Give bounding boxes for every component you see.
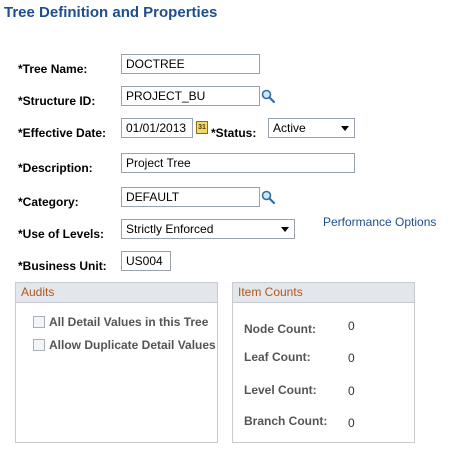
item-counts-group: Item Counts Node Count: 0 Leaf Count: 0 … bbox=[232, 282, 415, 443]
allow-duplicate-checkbox[interactable] bbox=[33, 339, 45, 351]
audits-header: Audits bbox=[16, 283, 217, 303]
business-unit-label: *Business Unit: bbox=[18, 259, 107, 273]
all-detail-values-checkbox[interactable] bbox=[33, 316, 45, 328]
chevron-down-icon bbox=[341, 126, 349, 131]
status-label: *Status: bbox=[211, 126, 257, 140]
category-lookup-icon[interactable] bbox=[261, 190, 275, 204]
tree-name-field[interactable]: DOCTREE bbox=[121, 54, 260, 74]
use-of-levels-select[interactable]: Strictly Enforced bbox=[121, 219, 295, 239]
allow-duplicate-label: Allow Duplicate Detail Values bbox=[49, 338, 216, 352]
category-field[interactable]: DEFAULT bbox=[121, 187, 260, 207]
level-count-label: Level Count: bbox=[244, 383, 317, 397]
item-counts-header: Item Counts bbox=[233, 283, 414, 303]
performance-options-link[interactable]: Performance Options bbox=[323, 215, 436, 229]
level-count-value: 0 bbox=[348, 384, 355, 398]
all-detail-values-label: All Detail Values in this Tree bbox=[49, 315, 209, 329]
structure-id-field[interactable]: PROJECT_BU bbox=[121, 86, 260, 106]
use-of-levels-label: *Use of Levels: bbox=[18, 227, 105, 241]
branch-count-value: 0 bbox=[348, 416, 355, 430]
node-count-value: 0 bbox=[348, 319, 355, 333]
tree-name-label: *Tree Name: bbox=[18, 62, 88, 76]
status-select[interactable]: Active bbox=[268, 118, 355, 138]
description-field[interactable]: Project Tree bbox=[121, 153, 355, 173]
node-count-label: Node Count: bbox=[244, 322, 316, 336]
use-of-levels-value: Strictly Enforced bbox=[126, 222, 214, 236]
page-title: Tree Definition and Properties bbox=[4, 4, 218, 21]
leaf-count-value: 0 bbox=[348, 351, 355, 365]
effective-date-field[interactable]: 01/01/2013 bbox=[121, 118, 193, 138]
effective-date-label: *Effective Date: bbox=[18, 126, 107, 140]
structure-id-label: *Structure ID: bbox=[18, 94, 96, 108]
calendar-icon[interactable]: 31 bbox=[196, 121, 208, 134]
audits-group: Audits All Detail Values in this Tree Al… bbox=[15, 282, 218, 443]
branch-count-label: Branch Count: bbox=[244, 414, 328, 428]
leaf-count-label: Leaf Count: bbox=[244, 350, 311, 364]
category-label: *Category: bbox=[18, 195, 79, 209]
description-label: *Description: bbox=[18, 161, 93, 175]
structure-id-lookup-icon[interactable] bbox=[261, 89, 275, 103]
chevron-down-icon bbox=[281, 227, 289, 232]
business-unit-field[interactable]: US004 bbox=[121, 251, 171, 271]
status-select-value: Active bbox=[273, 121, 306, 135]
